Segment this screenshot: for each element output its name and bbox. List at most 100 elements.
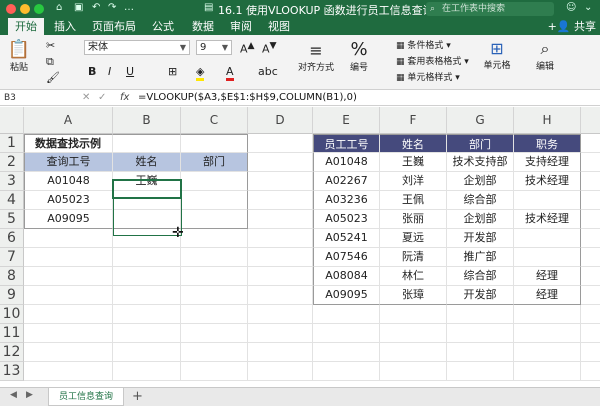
next-sheet-icon[interactable]: ▶ (26, 390, 33, 400)
cell[interactable] (113, 305, 181, 324)
name-box[interactable]: B3 (4, 90, 64, 106)
cell[interactable] (113, 229, 181, 248)
cell[interactable] (113, 362, 181, 381)
row-header[interactable]: 3 (0, 172, 24, 191)
row-header[interactable]: 13 (0, 362, 24, 381)
cell[interactable] (581, 210, 600, 229)
cell[interactable] (248, 153, 313, 172)
cell[interactable] (380, 362, 447, 381)
cell[interactable] (313, 343, 380, 362)
employee-cell[interactable]: A05241 (313, 229, 380, 248)
cell[interactable] (447, 362, 514, 381)
cell[interactable] (581, 267, 600, 286)
employee-cell[interactable]: 张丽 (380, 210, 447, 229)
cell[interactable] (24, 248, 113, 267)
employee-cell[interactable]: 技术经理 (514, 172, 581, 191)
cell[interactable] (181, 286, 248, 305)
more-icon[interactable]: … (124, 2, 134, 13)
phonetic-icon[interactable]: abc (258, 65, 278, 78)
sheet-tab-employee-query[interactable]: 员工信息查询 (48, 388, 124, 406)
employee-cell[interactable]: 王佩 (380, 191, 447, 210)
font-size-select[interactable]: 9 ▼ (196, 40, 232, 55)
undo-icon[interactable]: ↶ (92, 2, 100, 13)
cell[interactable] (514, 343, 581, 362)
employee-cell[interactable]: 王巍 (380, 153, 447, 172)
cell-style-button[interactable]: ▦ 单元格样式 ▾ (396, 70, 460, 83)
format-painter-icon[interactable]: 🖌 (46, 71, 60, 84)
query-cell[interactable]: A09095 (24, 210, 113, 229)
employee-cell[interactable]: A08084 (313, 267, 380, 286)
select-all-corner[interactable] (0, 107, 24, 134)
employee-cell[interactable]: 阮清 (380, 248, 447, 267)
cell[interactable] (181, 343, 248, 362)
query-header-cell[interactable]: 部门 (181, 153, 248, 172)
cell[interactable] (24, 267, 113, 286)
employee-cell[interactable]: 综合部 (447, 191, 514, 210)
employee-cell[interactable]: 经理 (514, 286, 581, 305)
redo-icon[interactable]: ↷ (108, 2, 116, 13)
cell[interactable] (24, 286, 113, 305)
cell[interactable] (181, 248, 248, 267)
cell[interactable] (181, 229, 248, 248)
search-input[interactable]: ⌕ 在工作表中搜索 (426, 2, 554, 16)
cell[interactable] (248, 267, 313, 286)
employee-cell[interactable] (514, 248, 581, 267)
tab-home[interactable]: 开始 (8, 18, 44, 35)
increase-font-icon[interactable]: A▲ (240, 40, 255, 56)
row-header[interactable]: 4 (0, 191, 24, 210)
query-cell[interactable] (181, 172, 248, 191)
cell[interactable] (113, 248, 181, 267)
employee-cell[interactable]: 推广部 (447, 248, 514, 267)
cell[interactable] (313, 324, 380, 343)
column-header-h[interactable]: H (514, 107, 581, 134)
cell[interactable] (248, 191, 313, 210)
paste-button[interactable]: 📋 粘贴 (6, 39, 32, 73)
cell[interactable] (24, 305, 113, 324)
fill-color-icon[interactable]: ◈ (196, 65, 205, 81)
row-header[interactable]: 7 (0, 248, 24, 267)
cells-button[interactable]: ⊞ 单元格 (480, 39, 514, 71)
employee-cell[interactable]: 张璋 (380, 286, 447, 305)
decrease-font-icon[interactable]: A▼ (262, 40, 277, 56)
cut-icon[interactable]: ✂ (46, 39, 55, 52)
row-header[interactable]: 6 (0, 229, 24, 248)
employee-cell[interactable]: 技术经理 (514, 210, 581, 229)
cell[interactable] (113, 343, 181, 362)
tab-review[interactable]: 审阅 (226, 18, 256, 35)
cell[interactable] (248, 324, 313, 343)
cell[interactable] (581, 324, 600, 343)
cell[interactable] (581, 172, 600, 191)
query-title-cell[interactable]: 数据查找示例 (24, 134, 113, 153)
copy-icon[interactable]: ⧉ (46, 55, 54, 69)
employee-header-cell[interactable]: 姓名 (380, 134, 447, 153)
bold-button[interactable]: B (88, 65, 96, 78)
employee-header-cell[interactable]: 部门 (447, 134, 514, 153)
query-header-cell[interactable]: 查询工号 (24, 153, 113, 172)
cell[interactable] (380, 324, 447, 343)
cell[interactable] (313, 362, 380, 381)
query-cell[interactable] (181, 191, 248, 210)
prev-sheet-icon[interactable]: ◀ (10, 390, 17, 400)
cell[interactable] (581, 191, 600, 210)
employee-cell[interactable]: A09095 (313, 286, 380, 305)
employee-cell[interactable]: 刘洋 (380, 172, 447, 191)
query-cell[interactable] (113, 191, 181, 210)
chevron-down-icon[interactable]: ⌄ (584, 2, 592, 13)
column-header-e[interactable]: E (313, 107, 380, 134)
employee-cell[interactable]: 企划部 (447, 172, 514, 191)
function-icon[interactable]: fx (120, 90, 129, 106)
cell[interactable] (113, 286, 181, 305)
column-header-b[interactable]: B (113, 107, 181, 134)
cell[interactable] (248, 134, 313, 153)
cell[interactable] (113, 324, 181, 343)
employee-cell[interactable]: A03236 (313, 191, 380, 210)
conditional-format-button[interactable]: ▦ 条件格式 ▾ (396, 38, 451, 51)
query-cell[interactable] (181, 210, 248, 229)
employee-cell[interactable]: A05023 (313, 210, 380, 229)
cell[interactable] (181, 267, 248, 286)
row-header[interactable]: 11 (0, 324, 24, 343)
cell[interactable] (581, 362, 600, 381)
tab-data[interactable]: 数据 (188, 18, 218, 35)
tab-formulas[interactable]: 公式 (148, 18, 178, 35)
cell[interactable] (581, 305, 600, 324)
